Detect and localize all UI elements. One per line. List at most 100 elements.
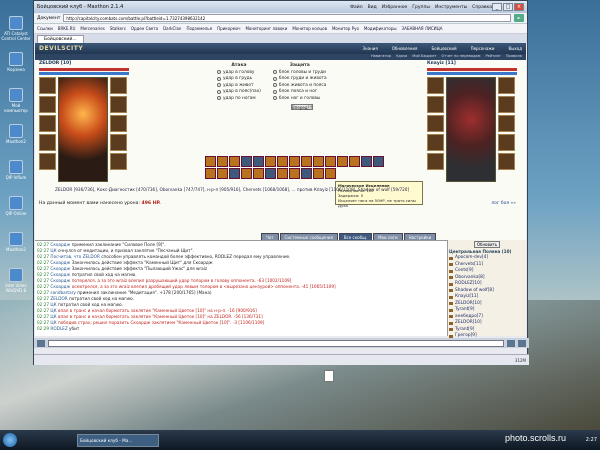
skill-icon[interactable] bbox=[265, 168, 276, 179]
equip-slot[interactable] bbox=[39, 134, 56, 151]
refresh-button[interactable]: Обновить bbox=[474, 241, 500, 248]
menu-view[interactable]: Вид bbox=[368, 5, 377, 10]
link-item[interactable]: Подземелья bbox=[186, 26, 212, 31]
skill-icon[interactable] bbox=[265, 156, 276, 167]
skill-icon[interactable] bbox=[277, 156, 288, 167]
link-item[interactable]: Stalkers bbox=[110, 26, 126, 31]
go-forward-button[interactable]: Вперед!!! bbox=[291, 103, 313, 110]
skill-icon[interactable] bbox=[349, 156, 360, 167]
menu-groups[interactable]: Группы bbox=[412, 5, 430, 10]
send-icon[interactable] bbox=[507, 339, 515, 347]
skill-icon[interactable] bbox=[229, 156, 240, 167]
desktop-icon[interactable]: Мой компьютер bbox=[0, 88, 32, 122]
equip-slot[interactable] bbox=[427, 134, 444, 151]
nav-item[interactable]: Выход bbox=[509, 46, 522, 51]
skill-icon[interactable] bbox=[289, 168, 300, 179]
go-button[interactable]: ► bbox=[514, 14, 524, 22]
left-hero-name[interactable]: ZELDOR [10] bbox=[39, 61, 129, 68]
maximize-button[interactable]: □ bbox=[503, 3, 513, 11]
desktop-file[interactable] bbox=[318, 370, 340, 382]
equip-slot[interactable] bbox=[110, 134, 127, 151]
subnav-item[interactable]: Навигатор bbox=[371, 54, 391, 60]
radio-icon[interactable] bbox=[272, 70, 277, 75]
skill-icon[interactable] bbox=[313, 168, 324, 179]
subnav-item[interactable]: Отчет по переводам bbox=[442, 54, 481, 60]
equip-slot[interactable] bbox=[110, 96, 127, 113]
subnav-item[interactable]: Правила bbox=[506, 54, 522, 60]
radio-icon[interactable] bbox=[272, 76, 277, 81]
chat-log[interactable]: 02:27 Скоардж применил заклинание "Силов… bbox=[35, 240, 447, 336]
desktop-icon[interactable]: ATI Catalyst Control Center bbox=[0, 16, 32, 50]
skill-icon[interactable] bbox=[325, 156, 336, 167]
menu-file[interactable]: Файл bbox=[350, 5, 362, 10]
window-titlebar[interactable]: Бойцовский клуб - Maxthon 2.1.4 Файл Вид… bbox=[34, 1, 527, 13]
left-hero-portrait[interactable] bbox=[58, 77, 108, 182]
minimize-button[interactable]: _ bbox=[492, 3, 502, 11]
subnav-item[interactable]: Мой Бюджет bbox=[412, 54, 436, 60]
skill-icon[interactable] bbox=[277, 168, 288, 179]
link-item[interactable]: Орден Света bbox=[131, 26, 158, 31]
close-button[interactable]: × bbox=[514, 3, 524, 11]
skill-icon[interactable] bbox=[313, 156, 324, 167]
skill-icon[interactable] bbox=[373, 156, 384, 167]
equip-slot[interactable] bbox=[427, 115, 444, 132]
nav-item[interactable]: Бойцовский bbox=[431, 46, 456, 51]
equip-slot[interactable] bbox=[498, 96, 515, 113]
defense-option[interactable]: блок ног и головы bbox=[272, 95, 327, 102]
skill-icon[interactable] bbox=[289, 156, 300, 167]
skill-icon[interactable] bbox=[241, 156, 252, 167]
skill-icon[interactable] bbox=[361, 156, 372, 167]
attack-option[interactable]: удар в голову bbox=[217, 69, 261, 76]
address-input[interactable]: http://capitalcity.combats.com/battle.pl… bbox=[63, 14, 511, 22]
subnav-item[interactable]: Удача bbox=[396, 54, 407, 60]
skill-icon[interactable] bbox=[301, 168, 312, 179]
radio-icon[interactable] bbox=[217, 76, 221, 81]
nav-item[interactable]: Знания bbox=[362, 46, 377, 51]
attack-option[interactable]: удар в пояс(пах) bbox=[217, 89, 261, 96]
equip-slot[interactable] bbox=[498, 115, 515, 132]
battle-log-link[interactable]: лог боя »» bbox=[491, 201, 516, 206]
equip-slot[interactable] bbox=[110, 77, 127, 94]
clear-icon[interactable] bbox=[518, 339, 526, 347]
link-item[interactable]: Модификаторы bbox=[364, 26, 397, 31]
link-item[interactable]: Монитор колцов bbox=[292, 26, 327, 31]
smiley-icon[interactable] bbox=[37, 339, 45, 347]
menu-favorites[interactable]: Избранное bbox=[382, 5, 408, 10]
skill-icon[interactable] bbox=[301, 156, 312, 167]
nav-item[interactable]: Обновления bbox=[392, 46, 418, 51]
link-item[interactable]: Mercenaries bbox=[80, 26, 104, 31]
radio-icon[interactable] bbox=[272, 96, 277, 101]
skill-icon[interactable] bbox=[253, 156, 264, 167]
skill-icon[interactable] bbox=[241, 168, 252, 179]
equip-slot[interactable] bbox=[39, 115, 56, 132]
menu-help[interactable]: Справка bbox=[472, 5, 492, 10]
equip-slot[interactable] bbox=[110, 153, 127, 170]
skill-icon[interactable] bbox=[205, 156, 216, 167]
skill-icon[interactable] bbox=[325, 168, 336, 179]
radio-icon[interactable] bbox=[217, 70, 221, 75]
skill-icon[interactable] bbox=[217, 168, 228, 179]
link-item[interactable]: Ссылки bbox=[37, 26, 53, 31]
link-item[interactable]: Мониторинг лавоки bbox=[245, 26, 287, 31]
radio-icon[interactable] bbox=[217, 96, 221, 101]
menu-tools[interactable]: Инструменты bbox=[435, 5, 467, 10]
radio-icon[interactable] bbox=[272, 83, 277, 88]
equip-slot[interactable] bbox=[427, 77, 444, 94]
tab-battle[interactable]: Бойцовский... bbox=[37, 35, 84, 43]
skill-icon[interactable] bbox=[229, 168, 240, 179]
clock[interactable]: 2:27 bbox=[586, 437, 597, 443]
equip-slot[interactable] bbox=[110, 115, 127, 132]
skill-icon[interactable] bbox=[217, 156, 228, 167]
equip-slot[interactable] bbox=[498, 134, 515, 151]
equip-slot[interactable] bbox=[498, 77, 515, 94]
right-hero-portrait[interactable] bbox=[446, 77, 496, 182]
defense-option[interactable]: блок живота и пояса bbox=[272, 82, 327, 89]
equip-slot[interactable] bbox=[498, 153, 515, 170]
taskbar-item[interactable]: Бойцовский клуб - Ма... bbox=[77, 433, 159, 447]
equip-slot[interactable] bbox=[427, 96, 444, 113]
skill-icon[interactable] bbox=[253, 168, 264, 179]
radio-icon[interactable] bbox=[217, 89, 221, 94]
chat-input[interactable] bbox=[48, 339, 504, 347]
desktop-icon[interactable]: Maxthon2 bbox=[0, 232, 32, 266]
defense-option[interactable]: блок головы и груди bbox=[272, 69, 327, 76]
